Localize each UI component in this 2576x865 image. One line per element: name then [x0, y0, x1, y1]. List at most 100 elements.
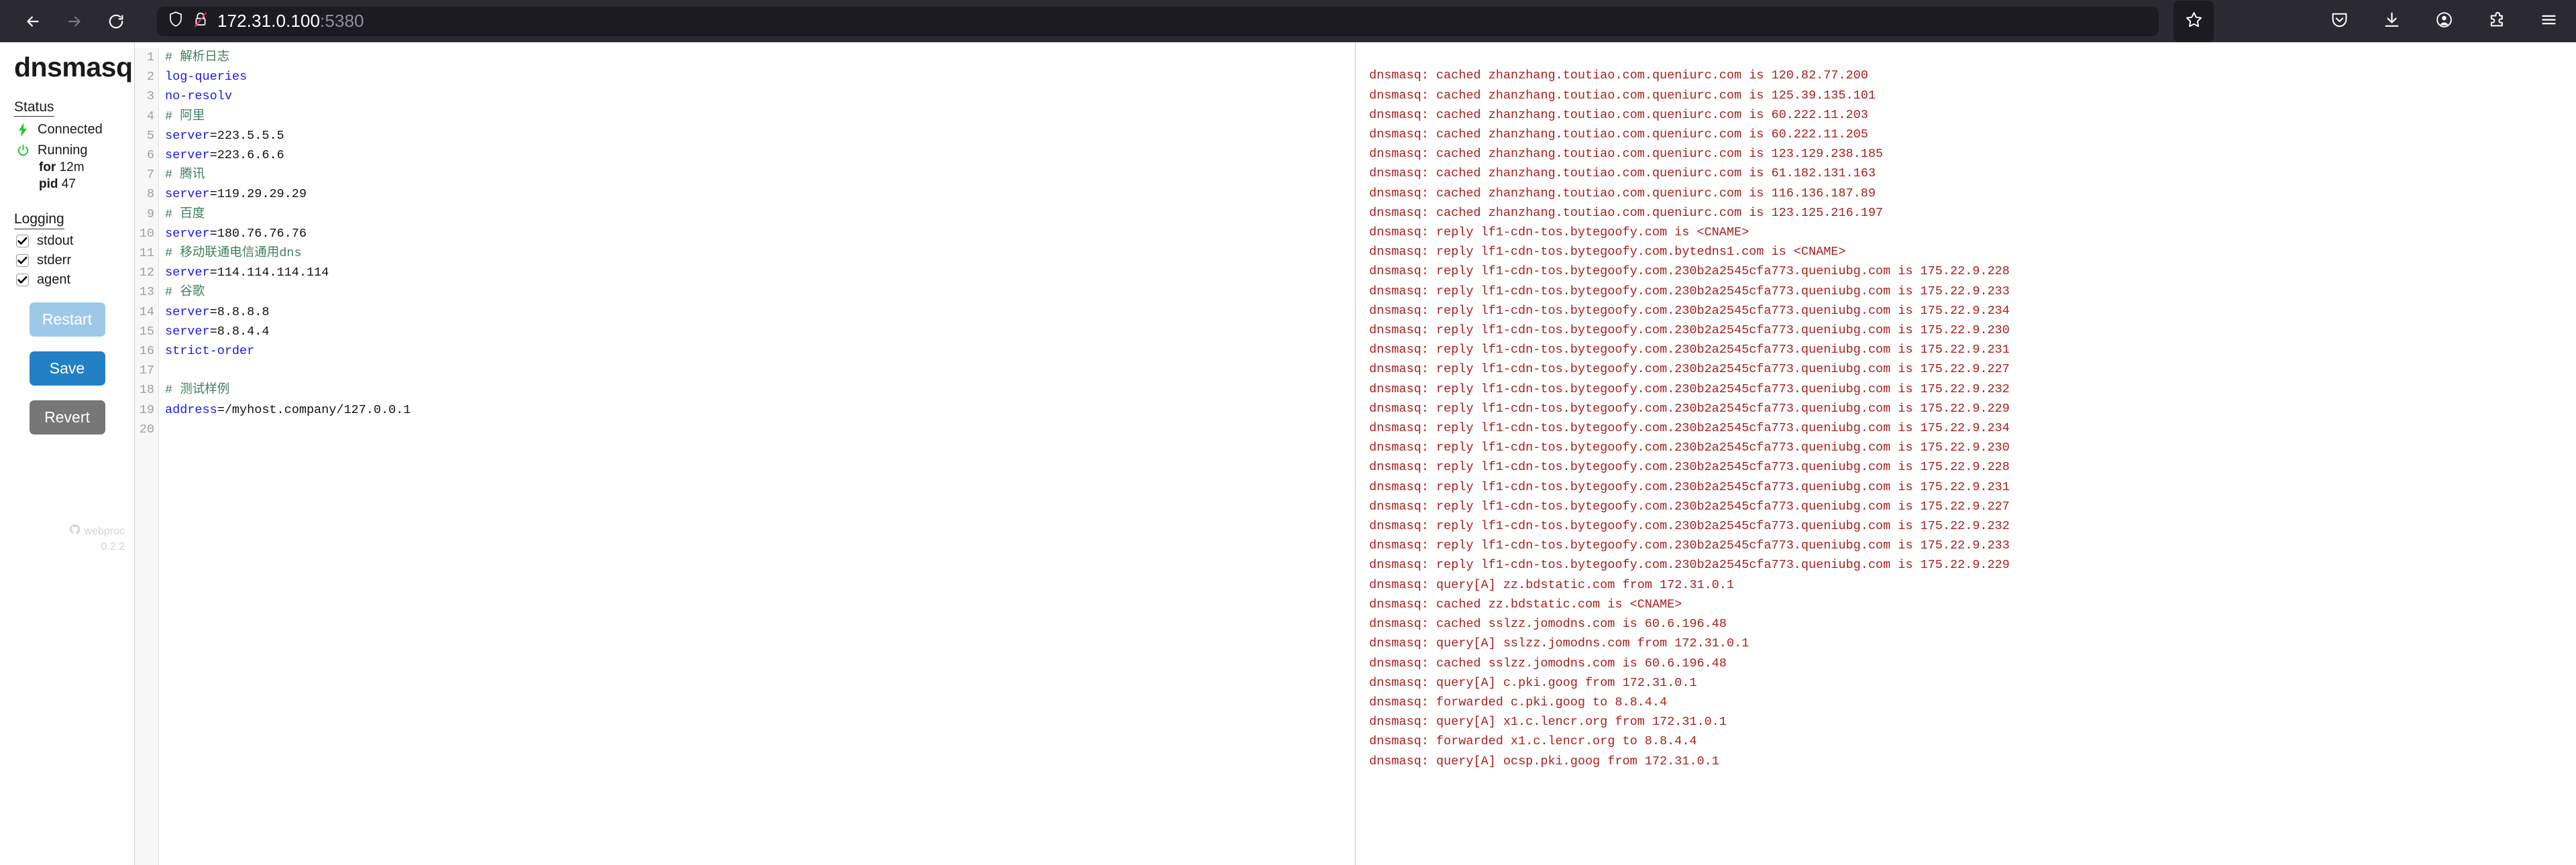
checkbox-box[interactable] — [16, 253, 29, 267]
star-icon — [2185, 11, 2203, 32]
log-line: dnsmasq: reply lf1-cdn-tos.bytegoofy.com… — [1369, 460, 2010, 475]
line-number: 18 — [139, 383, 154, 398]
code-line: address=/myhost.company/127.0.0.1 — [165, 400, 1355, 420]
log-line: dnsmasq: cached sslzz.jomodns.com is 60.… — [1369, 656, 1727, 671]
line-number: 14 — [139, 304, 154, 319]
config-editor[interactable]: 1 2 3 4 5 6 7 8 9 10 11 12 13 14 15 16 17 18 19 20 # 解析日志 lo… — [135, 42, 1355, 865]
code-line: server=114.114.114.114 — [165, 263, 1355, 282]
line-number: 5 — [146, 128, 154, 143]
log-output-pane[interactable]: dnsmasq: cached zhanzhang.toutiao.com.qu… — [1355, 42, 2576, 865]
back-button[interactable] — [12, 1, 54, 42]
revert-button[interactable]: Revert — [29, 400, 105, 435]
log-line: dnsmasq: reply lf1-cdn-tos.bytegoofy.com… — [1369, 441, 2010, 455]
log-line: dnsmasq: reply lf1-cdn-tos.bytegoofy.com… — [1369, 479, 2010, 494]
code-line: strict-order — [165, 341, 1355, 361]
connected-label: Connected — [38, 122, 103, 137]
checkbox-stderr[interactable]: stderr — [16, 253, 126, 268]
webproc-name: webproc — [84, 526, 125, 537]
code-value: =8.8.4.4 — [209, 324, 270, 339]
code-comment: # 百度 — [165, 207, 205, 221]
code-keyword: log-queries — [165, 70, 248, 84]
code-line: server=8.8.4.4 — [165, 322, 1355, 341]
github-icon — [69, 524, 80, 539]
status-connected: Connected — [16, 122, 126, 137]
checkbox-box[interactable] — [16, 234, 29, 247]
shield-icon[interactable] — [168, 11, 184, 32]
arrow-right-icon — [66, 13, 83, 30]
code-line: server=180.76.76.76 — [165, 224, 1355, 243]
checkbox-stdout[interactable]: stdout — [16, 233, 126, 249]
code-line: server=8.8.8.8 — [165, 302, 1355, 322]
log-line: dnsmasq: reply lf1-cdn-tos.bytegoofy.com… — [1369, 303, 2010, 318]
code-keyword: address — [165, 402, 217, 417]
code-value: =180.76.76.76 — [209, 226, 307, 241]
hamburger-menu-icon — [2540, 11, 2558, 32]
code-keyword: strict-order — [165, 344, 255, 359]
running-label: Running — [38, 143, 88, 158]
code-line: # 百度 — [165, 205, 1355, 224]
address-bar[interactable]: 172.31.0.100:5380 — [157, 6, 2159, 36]
restart-button[interactable]: Restart — [29, 302, 105, 337]
line-number: 2 — [146, 70, 154, 84]
code-keyword: no-resolv — [165, 89, 232, 104]
url-port: :5380 — [320, 11, 364, 31]
url-text: 172.31.0.100:5380 — [217, 11, 364, 32]
code-value: =223.6.6.6 — [209, 148, 284, 163]
pid-key: pid — [39, 177, 58, 192]
log-line: dnsmasq: cached zhanzhang.toutiao.com.qu… — [1369, 88, 1876, 103]
code-value: =114.114.114.114 — [209, 266, 329, 280]
sidebar: dnsmasq Status Connected Running for 12m… — [0, 42, 135, 865]
code-comment: # 谷歌 — [165, 285, 205, 300]
account-icon — [2435, 11, 2453, 32]
code-line: log-queries — [165, 67, 1355, 86]
app-menu-button[interactable] — [2537, 10, 2560, 33]
code-keyword: server — [165, 226, 210, 241]
line-number: 6 — [146, 148, 154, 163]
code-line: # 移动联通电信通用dns — [165, 243, 1355, 263]
log-line: dnsmasq: cached zhanzhang.toutiao.com.qu… — [1369, 205, 1884, 220]
log-line: dnsmasq: query[A] sslzz.jomodns.com from… — [1369, 636, 1750, 651]
puzzle-icon — [2487, 11, 2506, 32]
log-line: dnsmasq: cached sslzz.jomodns.com is 60.… — [1369, 617, 1727, 632]
code-line: server=223.6.6.6 — [165, 146, 1355, 165]
checkbox-box[interactable] — [16, 273, 29, 286]
code-keyword: server — [165, 128, 210, 143]
browser-toolbar: 172.31.0.100:5380 — [0, 0, 2576, 42]
logging-heading: Logging — [14, 211, 64, 229]
line-number: 15 — [139, 324, 154, 339]
log-line: dnsmasq: cached zhanzhang.toutiao.com.qu… — [1369, 68, 1868, 83]
line-number: 4 — [146, 109, 154, 123]
config-text[interactable]: # 解析日志 log-queries no-resolv # 阿里 server=223… — [159, 48, 1355, 865]
line-number-gutter: 1 2 3 4 5 6 7 8 9 10 11 12 13 14 15 16 17 18 19 20 — [135, 48, 159, 865]
code-line: no-resolv — [165, 86, 1355, 106]
url-host: 172.31.0.100 — [217, 11, 321, 31]
log-line: dnsmasq: reply lf1-cdn-tos.bytegoofy.com… — [1369, 323, 2010, 338]
code-line: server=223.5.5.5 — [165, 126, 1355, 146]
save-button[interactable]: Save — [29, 351, 105, 386]
checkbox-label: stdout — [37, 233, 74, 248]
account-button[interactable] — [2432, 10, 2455, 33]
toolbar-actions — [2328, 10, 2564, 33]
bookmark-button[interactable] — [2174, 0, 2214, 42]
webproc-footer: webproc 0.2.2 — [69, 524, 125, 555]
code-value: =8.8.8.8 — [209, 304, 270, 319]
checkbox-agent[interactable]: agent — [16, 272, 126, 288]
log-line: dnsmasq: reply lf1-cdn-tos.bytegoofy.com… — [1369, 558, 2010, 573]
forward-button[interactable] — [54, 1, 95, 42]
pocket-button[interactable] — [2328, 10, 2351, 33]
pocket-icon — [2330, 11, 2349, 32]
log-line: dnsmasq: reply lf1-cdn-tos.bytegoofy.com… — [1369, 421, 2010, 436]
code-keyword: server — [165, 187, 210, 202]
broken-lock-icon[interactable] — [193, 11, 208, 32]
log-line: dnsmasq: forwarded x1.c.lencr.org to 8.8… — [1369, 734, 1697, 749]
code-comment: # 解析日志 — [165, 50, 230, 64]
line-number: 13 — [139, 285, 154, 300]
code-line: # 测试样例 — [165, 380, 1355, 400]
extensions-button[interactable] — [2485, 10, 2508, 33]
log-line: dnsmasq: cached zhanzhang.toutiao.com.qu… — [1369, 107, 1868, 122]
reload-button[interactable] — [95, 1, 137, 42]
line-number: 20 — [139, 422, 154, 437]
downloads-button[interactable] — [2380, 10, 2403, 33]
code-keyword: server — [165, 304, 210, 319]
pid-value: 47 — [61, 177, 76, 192]
